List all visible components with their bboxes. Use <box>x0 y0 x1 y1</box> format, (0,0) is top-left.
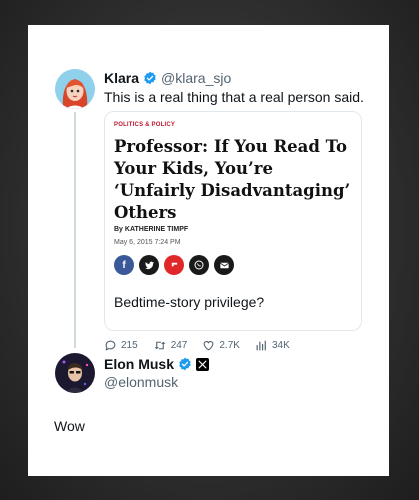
article-byline: By KATHERINE TIMPF <box>114 226 189 233</box>
tweet2-header: Elon Musk <box>104 356 213 372</box>
x-affiliate-badge-icon <box>196 357 210 371</box>
retweet-count: 247 <box>170 340 188 351</box>
retweet-button[interactable]: 247 <box>153 339 188 352</box>
tweet1-handle[interactable]: @klara_sjo <box>161 70 231 86</box>
views-button[interactable]: 34K <box>255 339 290 352</box>
article-share-row: f <box>114 255 234 275</box>
reply-count: 215 <box>121 340 138 351</box>
tweet1-header: Klara @klara_sjo <box>104 70 231 86</box>
like-count: 2.7K <box>219 340 240 351</box>
flipboard-icon <box>164 255 184 275</box>
tweet1-author-name[interactable]: Klara <box>104 70 139 86</box>
article-headline: Professor: If You Read To Your Kids, You… <box>114 137 351 222</box>
verified-badge-icon <box>178 357 192 371</box>
verified-badge-icon <box>143 71 157 85</box>
twitter-icon <box>139 255 159 275</box>
article-date: May 6, 2015 7:24 PM <box>114 239 181 246</box>
heart-icon <box>203 341 214 351</box>
facebook-icon: f <box>114 255 134 275</box>
view-count: 34K <box>271 340 290 351</box>
article-category: POLITICS & POLICY <box>114 122 176 128</box>
reply-icon <box>105 340 116 351</box>
thread-connector-line <box>74 112 76 348</box>
views-chart-icon <box>256 340 266 351</box>
tweet1-action-bar: 215 247 2.7K 34K <box>104 339 305 352</box>
article-quote: Bedtime-story privilege? <box>114 294 265 310</box>
reply-button[interactable]: 215 <box>104 339 138 352</box>
tweet2-author-name[interactable]: Elon Musk <box>104 356 174 372</box>
screenshot-card: Klara @klara_sjo This is a real thing th… <box>28 25 389 476</box>
elon-avatar[interactable] <box>55 353 95 393</box>
retweet-icon <box>154 341 166 350</box>
klara-avatar[interactable] <box>55 69 95 109</box>
like-button[interactable]: 2.7K <box>202 339 240 352</box>
article-image-card[interactable]: POLITICS & POLICY Professor: If You Read… <box>104 111 362 331</box>
tweet2-handle[interactable]: @elonmusk <box>104 374 178 390</box>
tweet1-text: This is a real thing that a real person … <box>104 89 364 105</box>
whatsapp-icon <box>189 255 209 275</box>
tweet2-text: Wow <box>54 418 85 434</box>
email-icon <box>214 255 234 275</box>
